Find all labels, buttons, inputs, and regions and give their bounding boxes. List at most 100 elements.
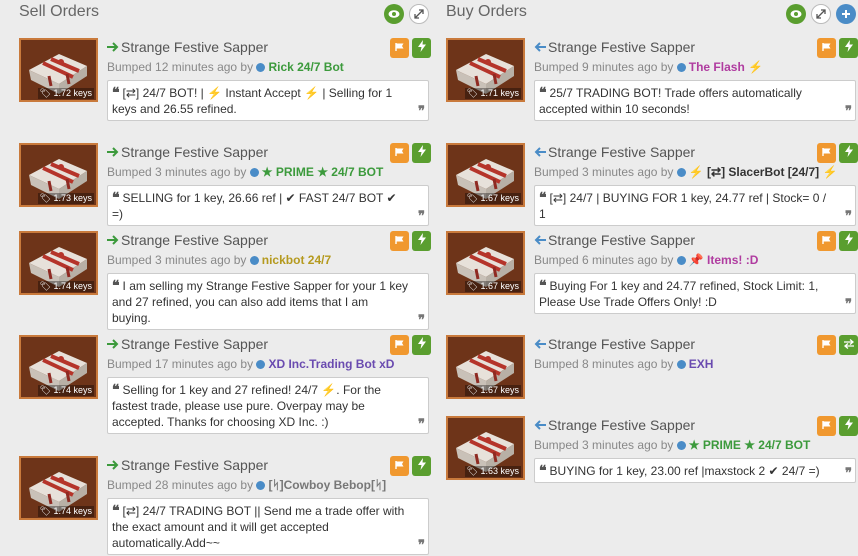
item-image[interactable]: 🏷 1.72 keys <box>19 38 98 102</box>
listing-description: ❝ 25/7 TRADING BOT! Trade offers automati… <box>534 80 856 121</box>
item-title[interactable]: Strange Festive Sapper <box>534 39 695 55</box>
bumped-text: Bumped 9 minutes ago by <box>534 60 677 74</box>
bumped-text: Bumped 8 minutes ago by <box>534 357 677 371</box>
listing-description: ❝ [⇄] 24/7 BOT! | ⚡ Instant Accept ⚡ | Se… <box>107 80 429 121</box>
item-title[interactable]: Strange Festive Sapper <box>107 336 268 352</box>
item-title[interactable]: Strange Festive Sapper <box>534 144 695 160</box>
instant-trade-button[interactable] <box>412 231 431 251</box>
item-title[interactable]: Strange Festive Sapper <box>107 457 268 473</box>
user-name[interactable]: [ᛋ]Cowboy Bebop[ᛋ] <box>268 478 386 492</box>
item-image[interactable]: 🏷 1.71 keys <box>446 38 525 102</box>
user-name[interactable]: ★ PRIME ★ 24/7 BOT <box>262 165 384 179</box>
eye-icon[interactable] <box>786 4 806 24</box>
instant-trade-button[interactable] <box>412 143 431 163</box>
item-name[interactable]: Strange Festive Sapper <box>121 457 268 473</box>
instant-trade-button[interactable] <box>839 38 858 58</box>
instant-trade-button[interactable] <box>839 231 858 251</box>
item-title[interactable]: Strange Festive Sapper <box>107 144 268 160</box>
trade-offer-button[interactable] <box>839 335 858 355</box>
price-tag: 🏷 1.67 keys <box>464 385 521 396</box>
item-name[interactable]: Strange Festive Sapper <box>548 336 695 352</box>
item-title[interactable]: Strange Festive Sapper <box>107 39 268 55</box>
item-image[interactable]: 🏷 1.74 keys <box>19 456 98 520</box>
user-name[interactable]: 📌 Items! :D <box>689 253 759 267</box>
quote-close-icon: ❞ <box>418 312 425 327</box>
instant-trade-button[interactable] <box>412 335 431 355</box>
item-name[interactable]: Strange Festive Sapper <box>121 232 268 248</box>
instant-trade-button[interactable] <box>412 38 431 58</box>
arrow-right-icon <box>107 457 119 473</box>
user-name[interactable]: nickbot 24/7 <box>262 253 331 267</box>
listing-buttons <box>817 143 858 163</box>
user-name[interactable]: The Flash ⚡ <box>689 60 763 74</box>
quote-close-icon: ❞ <box>418 416 425 431</box>
item-name[interactable]: Strange Festive Sapper <box>121 39 268 55</box>
user-name[interactable]: EXH <box>689 357 714 371</box>
buy-header-buttons <box>786 4 856 24</box>
listing-description: ❝ [⇄] 24/7 TRADING BOT || Send me a trade… <box>107 498 429 555</box>
instant-trade-button[interactable] <box>839 416 858 436</box>
report-flag-button[interactable] <box>817 231 836 251</box>
user-name[interactable]: ★ PRIME ★ 24/7 BOT <box>689 438 811 452</box>
item-title[interactable]: Strange Festive Sapper <box>534 232 695 248</box>
arrow-left-icon <box>534 417 546 433</box>
quote-open-icon: ❝ <box>539 189 547 205</box>
report-flag-button[interactable] <box>390 231 409 251</box>
item-image[interactable]: 🏷 1.73 keys <box>19 143 98 207</box>
item-title[interactable]: Strange Festive Sapper <box>107 232 268 248</box>
flag-icon <box>394 457 405 475</box>
report-flag-button[interactable] <box>390 38 409 58</box>
flag-icon <box>394 336 405 354</box>
item-image[interactable]: 🏷 1.74 keys <box>19 231 98 295</box>
item-title[interactable]: Strange Festive Sapper <box>534 417 695 433</box>
item-name[interactable]: Strange Festive Sapper <box>121 336 268 352</box>
report-flag-button[interactable] <box>390 456 409 476</box>
expand-icon[interactable] <box>409 4 429 24</box>
flag-icon <box>821 232 832 250</box>
listing: 🏷 1.74 keys Strange Festive Sapper Bumped … <box>19 231 431 331</box>
description-text: [⇄] 24/7 | BUYING FOR 1 key, 24.77 ref |… <box>539 191 827 221</box>
plus-icon[interactable] <box>836 4 856 24</box>
price-tag: 🏷 1.74 keys <box>37 281 94 292</box>
instant-trade-button[interactable] <box>839 143 858 163</box>
item-image[interactable]: 🏷 1.67 keys <box>446 231 525 295</box>
listing-buttons <box>390 231 431 251</box>
listing-description: ❝ Buying For 1 key and 24.77 refined, Sto… <box>534 273 856 314</box>
user-name[interactable]: Rick 24/7 Bot <box>268 60 343 74</box>
listing-buttons <box>390 143 431 163</box>
item-name[interactable]: Strange Festive Sapper <box>548 417 695 433</box>
eye-icon[interactable] <box>384 4 404 24</box>
item-name[interactable]: Strange Festive Sapper <box>548 232 695 248</box>
flag-icon <box>394 144 405 162</box>
report-flag-button[interactable] <box>390 143 409 163</box>
status-dot-icon <box>676 441 686 450</box>
report-flag-button[interactable] <box>390 335 409 355</box>
flag-icon <box>821 417 832 435</box>
arrow-right-icon <box>107 39 119 55</box>
report-flag-button[interactable] <box>817 416 836 436</box>
description-text: Selling for 1 key and 27 refined! 24/7 ⚡… <box>112 383 381 429</box>
quote-close-icon: ❞ <box>845 465 852 480</box>
report-flag-button[interactable] <box>817 38 836 58</box>
user-name[interactable]: ⚡ [⇄] SlacerBot [24/7] ⚡ <box>689 165 838 179</box>
quote-close-icon: ❞ <box>418 208 425 223</box>
bumped-line: Bumped 6 minutes ago by 📌 Items! :D <box>534 253 758 267</box>
report-flag-button[interactable] <box>817 143 836 163</box>
item-name[interactable]: Strange Festive Sapper <box>548 39 695 55</box>
user-name[interactable]: XD Inc.Trading Bot xD <box>268 357 394 371</box>
lightning-icon <box>844 39 854 57</box>
item-image[interactable]: 🏷 1.74 keys <box>19 335 98 399</box>
bumped-text: Bumped 3 minutes ago by <box>107 253 250 267</box>
flag-icon <box>821 39 832 57</box>
instant-trade-button[interactable] <box>412 456 431 476</box>
report-flag-button[interactable] <box>817 335 836 355</box>
item-name[interactable]: Strange Festive Sapper <box>548 144 695 160</box>
item-name[interactable]: Strange Festive Sapper <box>121 144 268 160</box>
flag-icon <box>394 232 405 250</box>
item-image[interactable]: 🏷 1.67 keys <box>446 143 525 207</box>
item-image[interactable]: 🏷 1.67 keys <box>446 335 525 399</box>
expand-icon[interactable] <box>811 4 831 24</box>
item-image[interactable]: 🏷 1.63 keys <box>446 416 525 480</box>
bumped-text: Bumped 3 minutes ago by <box>107 165 250 179</box>
item-title[interactable]: Strange Festive Sapper <box>534 336 695 352</box>
